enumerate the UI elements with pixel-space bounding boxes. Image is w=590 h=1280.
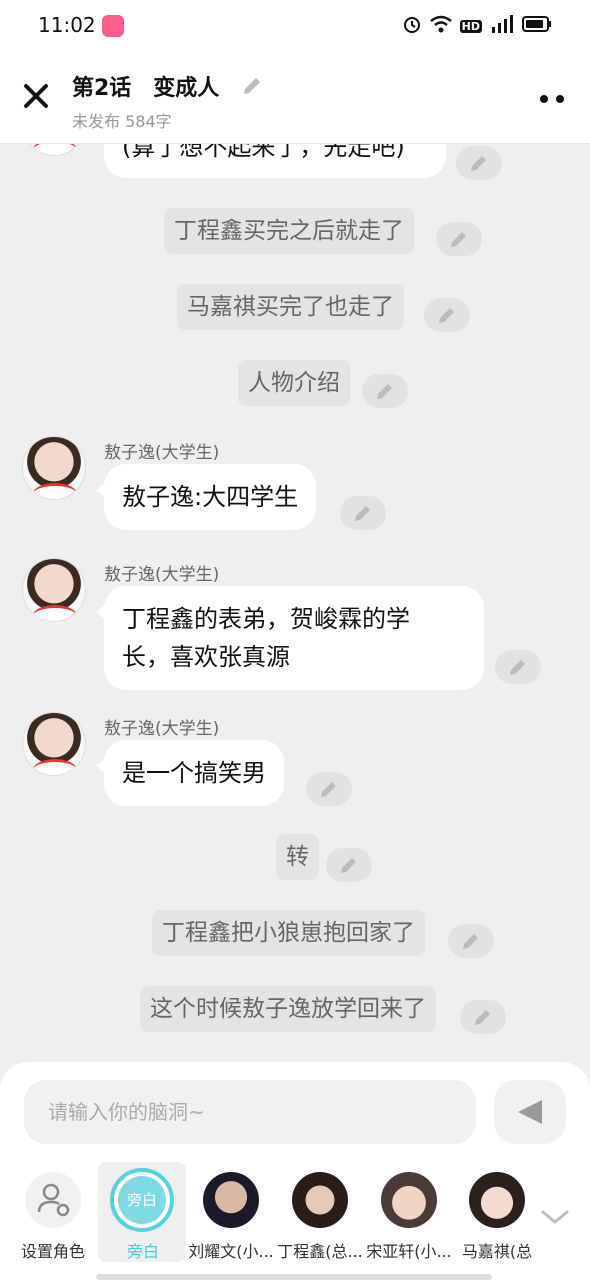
narrator-badge: 旁白	[110, 1168, 174, 1232]
role-liu-yaowen[interactable]: 刘耀文(小...	[186, 1162, 276, 1262]
send-button[interactable]	[494, 1080, 566, 1144]
narration-text[interactable]: 丁程鑫把小狼崽抱回家了	[152, 910, 425, 956]
narration-text[interactable]: 转	[276, 834, 319, 880]
chevron-down-icon	[541, 1210, 569, 1224]
avatar	[292, 1172, 348, 1228]
edit-message-button[interactable]	[495, 650, 541, 684]
narration-text[interactable]: 这个时候敖子逸放学回来了	[140, 986, 436, 1032]
more-button[interactable]	[538, 90, 568, 103]
speaker-name: 敖子逸(大学生)	[104, 565, 220, 585]
chat-area: (算了想不起来了，先走吧) 丁程鑫买完之后就走了 马嘉祺买完了也走了 人物介绍 …	[0, 144, 590, 1064]
role-label: 丁程鑫(总...	[277, 1242, 363, 1261]
edit-message-button[interactable]	[424, 298, 470, 332]
chapter-status: 未发布 584字	[72, 112, 172, 131]
speaker-name: 敖子逸(大学生)	[104, 719, 220, 739]
set-role-button[interactable]: 设置角色	[8, 1162, 98, 1262]
pencil-icon	[463, 934, 478, 949]
pencil-icon	[377, 384, 392, 399]
message-bubble[interactable]: 丁程鑫的表弟，贺峻霖的学 长，喜欢张真源	[96, 586, 484, 690]
pencil-icon	[451, 232, 466, 247]
close-button[interactable]	[20, 80, 52, 112]
message-bubble[interactable]: 是一个搞笑男	[96, 740, 284, 806]
story-input[interactable]	[24, 1080, 476, 1144]
narration-text[interactable]: 马嘉祺买完了也走了	[177, 284, 404, 330]
send-icon	[518, 1100, 542, 1124]
chapter-title[interactable]: 第2话 变成人	[72, 70, 263, 103]
role-label: 旁白	[126, 1242, 159, 1261]
app-notification-icon	[102, 15, 124, 37]
signal-icon	[490, 15, 514, 37]
avatar[interactable]	[22, 712, 86, 776]
close-icon	[24, 84, 48, 108]
edit-message-button[interactable]	[436, 222, 482, 256]
pencil-icon	[355, 506, 370, 521]
speaker-name: 敖子逸(大学生)	[104, 443, 220, 463]
wifi-icon	[429, 15, 452, 37]
chapter-title-text: 第2话 变成人	[72, 76, 220, 101]
role-song-yaxuan[interactable]: 宋亚轩(小...	[364, 1162, 454, 1262]
pencil-icon	[321, 782, 336, 797]
role-label: 设置角色	[20, 1242, 85, 1261]
scrollbar[interactable]	[96, 1274, 492, 1280]
message-bubble[interactable]: (算了想不起来了，先走吧)	[104, 144, 446, 178]
avatar	[469, 1172, 525, 1228]
battery-icon	[522, 16, 552, 36]
avatar[interactable]	[22, 436, 86, 500]
role-selector: 设置角色 旁白 旁白 刘耀文(小... 丁程鑫(总... 宋亚轩(小... 马嘉…	[0, 1162, 590, 1262]
avatar	[203, 1172, 259, 1228]
edit-message-button[interactable]	[456, 146, 502, 180]
header: 第2话 变成人 未发布 584字	[0, 52, 590, 144]
edit-message-button[interactable]	[460, 1000, 506, 1034]
role-narrator[interactable]: 旁白 旁白	[98, 1162, 188, 1262]
role-label: 刘耀文(小...	[188, 1242, 274, 1261]
expand-roles-button[interactable]	[540, 1208, 570, 1230]
role-ding-chengxin[interactable]: 丁程鑫(总...	[275, 1162, 365, 1262]
status-time: 11:02	[38, 13, 96, 37]
more-icon	[540, 95, 564, 103]
alarm-icon	[402, 14, 422, 38]
edit-message-button[interactable]	[362, 374, 408, 408]
edit-message-button[interactable]	[326, 848, 372, 882]
role-label: 宋亚轩(小...	[366, 1242, 452, 1261]
edit-message-button[interactable]	[448, 924, 494, 958]
edit-message-button[interactable]	[306, 772, 352, 806]
role-ma-jiaqi[interactable]: 马嘉祺(总	[452, 1162, 542, 1262]
pencil-icon	[341, 858, 356, 873]
role-label: 马嘉祺(总	[461, 1242, 533, 1261]
pencil-icon	[439, 308, 454, 323]
edit-title-icon[interactable]	[241, 75, 263, 103]
message-bubble[interactable]: 敖子逸:大四学生	[95, 464, 317, 530]
avatar[interactable]	[22, 558, 86, 622]
narration-text[interactable]: 人物介绍	[238, 360, 350, 406]
hd-icon: HD	[459, 19, 482, 33]
edit-message-button[interactable]	[340, 496, 386, 530]
status-bar: 11:02 HD	[0, 0, 590, 52]
status-icons: HD	[402, 14, 552, 38]
narration-text[interactable]: 丁程鑫买完之后就走了	[164, 208, 414, 254]
pencil-icon	[475, 1010, 490, 1025]
screen: 11:02 HD 第2话 变成人 未发布 584字 (算了想不起来了，先走吧) …	[0, 0, 590, 1280]
composer-panel: 设置角色 旁白 旁白 刘耀文(小... 丁程鑫(总... 宋亚轩(小...	[0, 1062, 590, 1280]
pencil-icon	[510, 660, 525, 675]
pencil-icon	[471, 156, 486, 171]
avatar[interactable]	[22, 144, 86, 156]
avatar	[381, 1172, 437, 1228]
person-settings-icon	[25, 1172, 81, 1228]
